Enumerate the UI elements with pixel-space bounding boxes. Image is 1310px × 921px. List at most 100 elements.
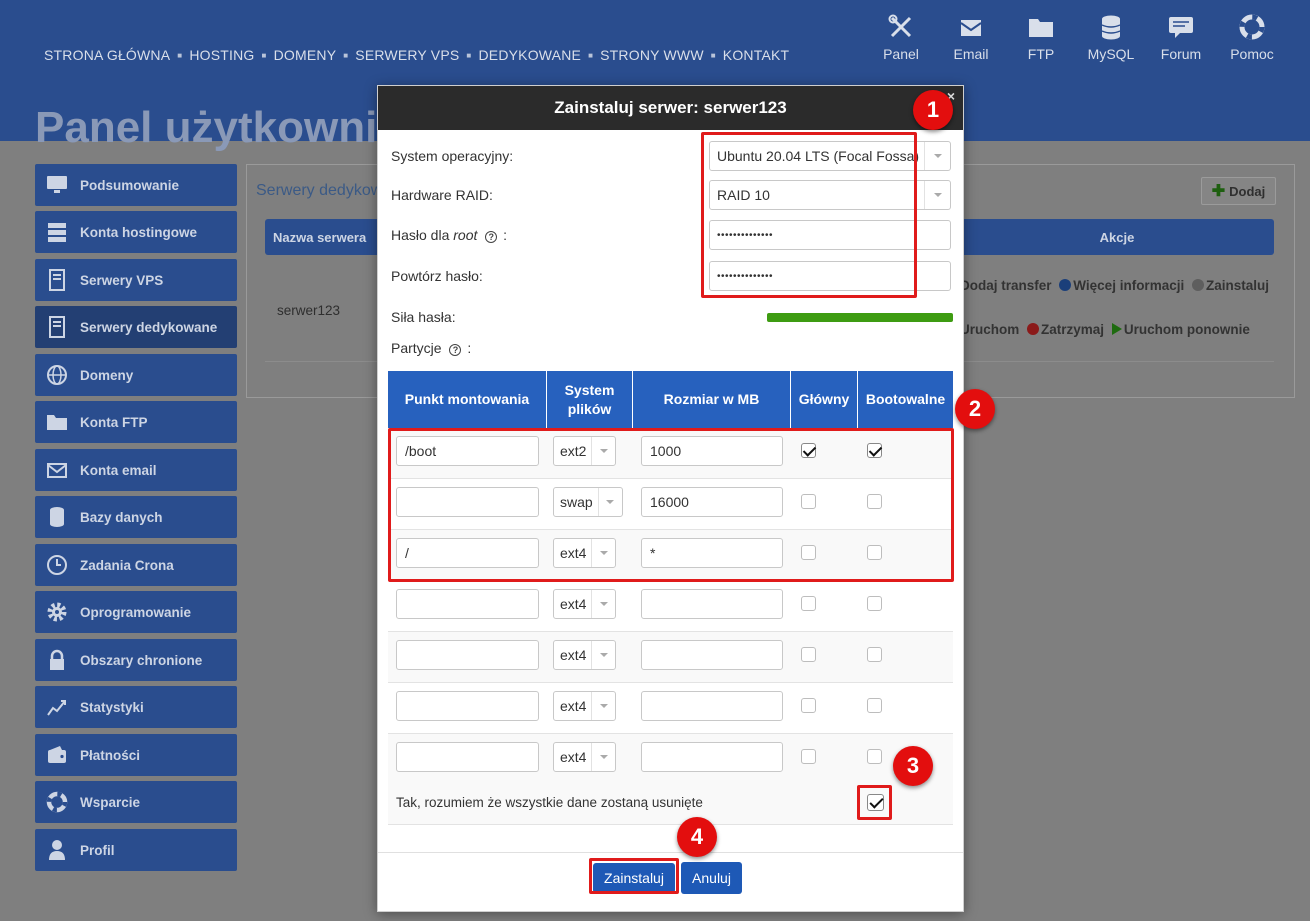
sidebar-item-cron[interactable]: Zadania Crona	[35, 544, 237, 586]
chevron-down-icon	[591, 743, 615, 771]
chevron-down-icon	[924, 181, 950, 209]
main-checkbox[interactable]	[801, 596, 816, 611]
top-help-label: Pomoc	[1230, 46, 1274, 62]
cancel-button[interactable]: Anuluj	[681, 862, 742, 894]
size-input[interactable]: *	[641, 538, 783, 568]
top-panel-link[interactable]: Panel	[866, 14, 936, 62]
server-icon	[45, 315, 69, 339]
size-input[interactable]: 16000	[641, 487, 783, 517]
partition-row: / ext4 *	[388, 530, 953, 581]
mount-point-input[interactable]	[396, 589, 539, 619]
bootable-checkbox[interactable]	[867, 698, 882, 713]
top-email-link[interactable]: Email	[936, 14, 1006, 62]
mount-point-input[interactable]	[396, 640, 539, 670]
confirm-checkbox[interactable]	[867, 794, 884, 811]
password-strength-bar	[767, 313, 953, 322]
sidebar-item-software[interactable]: Oprogramowanie	[35, 591, 237, 633]
action-stop[interactable]: Zatrzymaj	[1041, 322, 1104, 337]
chevron-down-icon	[591, 590, 615, 618]
filesystem-select[interactable]: ext4	[553, 742, 617, 772]
add-server-button[interactable]: ✚ Dodaj	[1201, 177, 1276, 205]
sidebar-item-support[interactable]: Wsparcie	[35, 781, 237, 823]
bootable-checkbox[interactable]	[867, 596, 882, 611]
filesystem-select[interactable]: ext4	[553, 640, 617, 670]
bootable-checkbox[interactable]	[867, 749, 882, 764]
action-start[interactable]: Uruchom	[960, 322, 1019, 337]
mount-point-input[interactable]: /	[396, 538, 539, 568]
size-input[interactable]	[641, 589, 783, 619]
raid-label: Hardware RAID:	[391, 187, 493, 203]
sidebar-item-statistics[interactable]: Statystyki	[35, 686, 237, 728]
folder-icon	[45, 410, 69, 434]
bootable-checkbox[interactable]	[867, 494, 882, 509]
bootable-checkbox[interactable]	[867, 647, 882, 662]
server-icon	[45, 268, 69, 292]
filesystem-select[interactable]: ext2	[553, 436, 617, 466]
main-checkbox[interactable]	[801, 443, 816, 458]
sidebar-item-payments[interactable]: Płatności	[35, 734, 237, 776]
sidebar-item-ftp[interactable]: Konta FTP	[35, 401, 237, 443]
column-header-size: Rozmiar w MB	[633, 371, 791, 428]
sidebar-item-dedicated[interactable]: Serwery dedykowane	[35, 306, 237, 348]
nav-websites[interactable]: STRONY WWW	[600, 47, 704, 63]
action-restart[interactable]: Uruchom ponownie	[1124, 322, 1250, 337]
os-select[interactable]: Ubuntu 20.04 LTS (Focal Fossa)	[709, 141, 951, 171]
sidebar-item-domains[interactable]: Domeny	[35, 354, 237, 396]
nav-separator: ■	[261, 51, 267, 60]
root-password-label: Hasło dla root ? :	[391, 227, 507, 243]
nav-home[interactable]: STRONA GŁÓWNA	[44, 47, 170, 63]
filesystem-select[interactable]: ext4	[553, 589, 617, 619]
repeat-password-input[interactable]: ••••••••••••••	[709, 261, 951, 291]
top-ftp-link[interactable]: FTP	[1006, 14, 1076, 62]
actions-row-1: Dodaj transfer Więcej informacji Zainsta…	[960, 278, 1269, 293]
sidebar-item-summary[interactable]: Podsumowanie	[35, 164, 237, 206]
raid-select[interactable]: RAID 10	[709, 180, 951, 210]
main-checkbox[interactable]	[801, 494, 816, 509]
root-password-input[interactable]: ••••••••••••••	[709, 220, 951, 250]
sidebar-item-profile[interactable]: Profil	[35, 829, 237, 871]
user-icon	[45, 838, 69, 862]
size-input[interactable]	[641, 640, 783, 670]
nav-hosting[interactable]: HOSTING	[189, 47, 254, 63]
bootable-checkbox[interactable]	[867, 545, 882, 560]
help-icon[interactable]: ?	[449, 344, 462, 356]
help-icon[interactable]: ?	[485, 231, 498, 243]
mount-point-input[interactable]	[396, 487, 539, 517]
install-button[interactable]: Zainstaluj	[593, 863, 675, 893]
nav-dedicated[interactable]: DEDYKOWANE	[478, 47, 581, 63]
main-checkbox[interactable]	[801, 749, 816, 764]
action-more-info[interactable]: Więcej informacji	[1073, 278, 1184, 293]
main-checkbox[interactable]	[801, 698, 816, 713]
nav-contact[interactable]: KONTAKT	[723, 47, 789, 63]
top-forum-link[interactable]: Forum	[1146, 14, 1216, 62]
lifebuoy-icon	[45, 790, 69, 814]
sidebar-item-databases[interactable]: Bazy danych	[35, 496, 237, 538]
sidebar-item-protected-areas[interactable]: Obszary chronione	[35, 639, 237, 681]
size-input[interactable]	[641, 691, 783, 721]
sidebar-item-label: Statystyki	[80, 699, 144, 715]
nav-domains[interactable]: DOMENY	[274, 47, 337, 63]
confirm-row: Tak, rozumiem że wszystkie dane zostaną …	[388, 783, 953, 825]
filesystem-select[interactable]: ext4	[553, 691, 617, 721]
sidebar-item-email[interactable]: Konta email	[35, 449, 237, 491]
mount-point-input[interactable]	[396, 691, 539, 721]
bootable-checkbox[interactable]	[867, 443, 882, 458]
top-help-link[interactable]: Pomoc	[1217, 14, 1287, 62]
size-input[interactable]: 1000	[641, 436, 783, 466]
chart-icon	[45, 695, 69, 719]
sidebar-item-vps[interactable]: Serwery VPS	[35, 259, 237, 301]
mount-point-input[interactable]: /boot	[396, 436, 539, 466]
top-mysql-link[interactable]: MySQL	[1076, 14, 1146, 62]
filesystem-select[interactable]: ext4	[553, 538, 617, 568]
filesystem-select[interactable]: swap	[553, 487, 623, 517]
mount-point-input[interactable]	[396, 742, 539, 772]
size-input[interactable]	[641, 742, 783, 772]
email-icon	[960, 20, 982, 36]
action-install[interactable]: Zainstaluj	[1206, 278, 1269, 293]
sidebar-item-hosting-accounts[interactable]: Konta hostingowe	[35, 211, 237, 253]
restart-icon	[1111, 323, 1122, 335]
action-add-transfer[interactable]: Dodaj transfer	[960, 278, 1052, 293]
nav-vps[interactable]: SERWERY VPS	[355, 47, 459, 63]
main-checkbox[interactable]	[801, 647, 816, 662]
main-checkbox[interactable]	[801, 545, 816, 560]
